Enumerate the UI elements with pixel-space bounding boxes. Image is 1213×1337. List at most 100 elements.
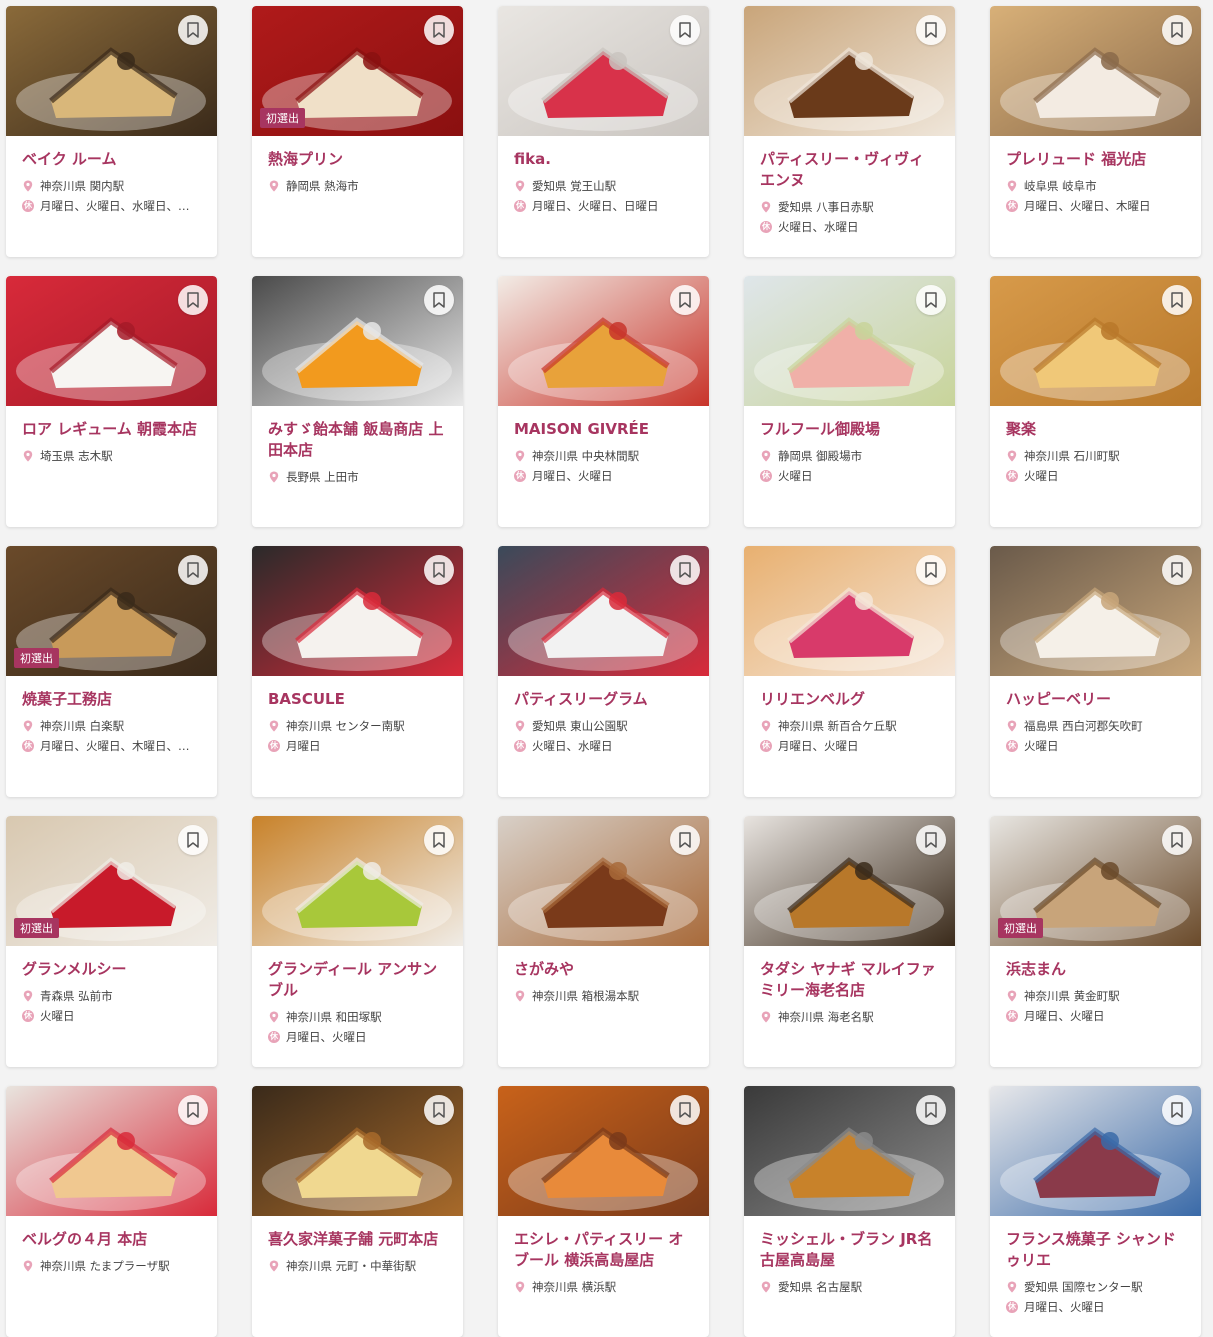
bookmark-button[interactable] (424, 825, 454, 855)
shop-card-2[interactable]: 初選出 熱海プリン 静岡県 熱海市 休 (252, 6, 463, 257)
shop-name[interactable]: みすゞ飴本舗 飯島商店 上田本店 (268, 419, 447, 461)
shop-photo[interactable] (6, 276, 217, 406)
bookmark-button[interactable] (1162, 555, 1192, 585)
shop-name[interactable]: フルフール御殿場 (760, 419, 939, 440)
bookmark-button[interactable] (916, 15, 946, 45)
bookmark-button[interactable] (178, 285, 208, 315)
shop-name[interactable]: リリエンベルグ (760, 689, 939, 710)
bookmark-button[interactable] (178, 15, 208, 45)
shop-name[interactable]: ベイク ルーム (22, 149, 201, 170)
shop-name[interactable]: さがみや (514, 959, 693, 980)
shop-photo[interactable] (990, 6, 1201, 136)
shop-card-10[interactable]: 聚楽 神奈川県 石川町駅 休 火曜日 (990, 276, 1201, 527)
shop-photo[interactable] (744, 816, 955, 946)
bookmark-button[interactable] (424, 555, 454, 585)
bookmark-button[interactable] (424, 1095, 454, 1125)
bookmark-button[interactable] (1162, 1095, 1192, 1125)
shop-name[interactable]: 聚楽 (1006, 419, 1185, 440)
shop-card-12[interactable]: BASCULE 神奈川県 センター南駅 休 月曜日 (252, 546, 463, 797)
bookmark-button[interactable] (916, 555, 946, 585)
shop-card-21[interactable]: ベルグの４月 本店 神奈川県 たまプラーザ駅 休 (6, 1086, 217, 1337)
shop-photo[interactable] (744, 546, 955, 676)
bookmark-button[interactable] (916, 825, 946, 855)
shop-name[interactable]: 浜志まん (1006, 959, 1185, 980)
shop-name[interactable]: MAISON GIVRÉE (514, 419, 693, 440)
shop-card-19[interactable]: タダシ ヤナギ マルイファミリー海老名店 神奈川県 海老名駅 休 (744, 816, 955, 1067)
shop-name[interactable]: タダシ ヤナギ マルイファミリー海老名店 (760, 959, 939, 1001)
shop-photo[interactable] (252, 816, 463, 946)
shop-name[interactable]: グランメルシー (22, 959, 201, 980)
shop-photo[interactable]: 初選出 (6, 546, 217, 676)
shop-photo[interactable]: 初選出 (252, 6, 463, 136)
bookmark-button[interactable] (424, 15, 454, 45)
shop-card-24[interactable]: ミッシェル・ブラン JR名古屋高島屋 愛知県 名古屋駅 休 (744, 1086, 955, 1337)
shop-photo[interactable] (990, 1086, 1201, 1216)
shop-card-25[interactable]: フランス焼菓子 シャンドゥリエ 愛知県 国際センター駅 休 月曜日、火曜日 (990, 1086, 1201, 1337)
shop-photo[interactable] (498, 816, 709, 946)
shop-name[interactable]: 熱海プリン (268, 149, 447, 170)
shop-photo[interactable] (498, 276, 709, 406)
shop-card-18[interactable]: さがみや 神奈川県 箱根湯本駅 休 (498, 816, 709, 1067)
bookmark-button[interactable] (1162, 15, 1192, 45)
bookmark-button[interactable] (178, 825, 208, 855)
shop-card-4[interactable]: パティスリー・ヴィヴィエンヌ 愛知県 八事日赤駅 休 火曜日、水曜日 (744, 6, 955, 257)
shop-photo[interactable] (744, 276, 955, 406)
shop-name[interactable]: 喜久家洋菓子舗 元町本店 (268, 1229, 447, 1250)
shop-photo[interactable] (990, 546, 1201, 676)
bookmark-button[interactable] (1162, 825, 1192, 855)
shop-card-8[interactable]: MAISON GIVRÉE 神奈川県 中央林間駅 休 月曜日、火曜日 (498, 276, 709, 527)
shop-name[interactable]: グランディール アンサンブル (268, 959, 447, 1001)
bookmark-button[interactable] (670, 15, 700, 45)
shop-card-16[interactable]: 初選出 グランメルシー 青森県 弘前市 休 火曜日 (6, 816, 217, 1067)
shop-photo[interactable] (252, 276, 463, 406)
shop-card-17[interactable]: グランディール アンサンブル 神奈川県 和田塚駅 休 月曜日、火曜日 (252, 816, 463, 1067)
shop-photo[interactable] (744, 6, 955, 136)
bookmark-button[interactable] (178, 555, 208, 585)
shop-card-15[interactable]: ハッピーベリー 福島県 西白河郡矢吹町 休 火曜日 (990, 546, 1201, 797)
shop-photo[interactable] (498, 1086, 709, 1216)
shop-photo[interactable] (990, 276, 1201, 406)
shop-name[interactable]: ロア レギューム 朝霞本店 (22, 419, 201, 440)
shop-photo[interactable]: 初選出 (6, 816, 217, 946)
shop-photo[interactable] (744, 1086, 955, 1216)
shop-photo[interactable]: 初選出 (990, 816, 1201, 946)
bookmark-button[interactable] (670, 825, 700, 855)
shop-name[interactable]: BASCULE (268, 689, 447, 710)
shop-card-22[interactable]: 喜久家洋菓子舗 元町本店 神奈川県 元町・中華街駅 休 (252, 1086, 463, 1337)
shop-name[interactable]: プレリュード 福光店 (1006, 149, 1185, 170)
shop-photo[interactable] (498, 6, 709, 136)
shop-photo[interactable] (6, 1086, 217, 1216)
shop-photo[interactable] (252, 546, 463, 676)
shop-card-7[interactable]: みすゞ飴本舗 飯島商店 上田本店 長野県 上田市 休 (252, 276, 463, 527)
bookmark-button[interactable] (670, 555, 700, 585)
bookmark-button[interactable] (1162, 285, 1192, 315)
bookmark-button[interactable] (916, 285, 946, 315)
shop-card-9[interactable]: フルフール御殿場 静岡県 御殿場市 休 火曜日 (744, 276, 955, 527)
shop-name[interactable]: ハッピーベリー (1006, 689, 1185, 710)
shop-name[interactable]: ベルグの４月 本店 (22, 1229, 201, 1250)
shop-card-5[interactable]: プレリュード 福光店 岐阜県 岐阜市 休 月曜日、火曜日、木曜日 (990, 6, 1201, 257)
shop-card-14[interactable]: リリエンベルグ 神奈川県 新百合ケ丘駅 休 月曜日、火曜日 (744, 546, 955, 797)
bookmark-button[interactable] (916, 1095, 946, 1125)
shop-photo[interactable] (6, 6, 217, 136)
shop-card-20[interactable]: 初選出 浜志まん 神奈川県 黄金町駅 休 月曜日、火曜日 (990, 816, 1201, 1067)
shop-name[interactable]: fika. (514, 149, 693, 170)
shop-photo[interactable] (498, 546, 709, 676)
shop-name[interactable]: パティスリー・ヴィヴィエンヌ (760, 149, 939, 191)
shop-name[interactable]: エシレ・パティスリー オ ブール 横浜高島屋店 (514, 1229, 693, 1271)
bookmark-button[interactable] (670, 1095, 700, 1125)
shop-card-11[interactable]: 初選出 焼菓子工務店 神奈川県 白楽駅 休 月曜日、火曜日、木曜日、… (6, 546, 217, 797)
shop-card-23[interactable]: エシレ・パティスリー オ ブール 横浜高島屋店 神奈川県 横浜駅 休 (498, 1086, 709, 1337)
shop-card-3[interactable]: fika. 愛知県 覚王山駅 休 月曜日、火曜日、日曜日 (498, 6, 709, 257)
shop-name[interactable]: ミッシェル・ブラン JR名古屋高島屋 (760, 1229, 939, 1271)
bookmark-button[interactable] (178, 1095, 208, 1125)
shop-card-13[interactable]: パティスリーグラム 愛知県 東山公園駅 休 火曜日、水曜日 (498, 546, 709, 797)
shop-name[interactable]: フランス焼菓子 シャンドゥリエ (1006, 1229, 1185, 1271)
bookmark-button[interactable] (424, 285, 454, 315)
shop-name[interactable]: パティスリーグラム (514, 689, 693, 710)
shop-card-1[interactable]: ベイク ルーム 神奈川県 関内駅 休 月曜日、火曜日、水曜日、… (6, 6, 217, 257)
shop-card-6[interactable]: ロア レギューム 朝霞本店 埼玉県 志木駅 休 (6, 276, 217, 527)
bookmark-button[interactable] (670, 285, 700, 315)
shop-photo[interactable] (252, 1086, 463, 1216)
shop-name[interactable]: 焼菓子工務店 (22, 689, 201, 710)
